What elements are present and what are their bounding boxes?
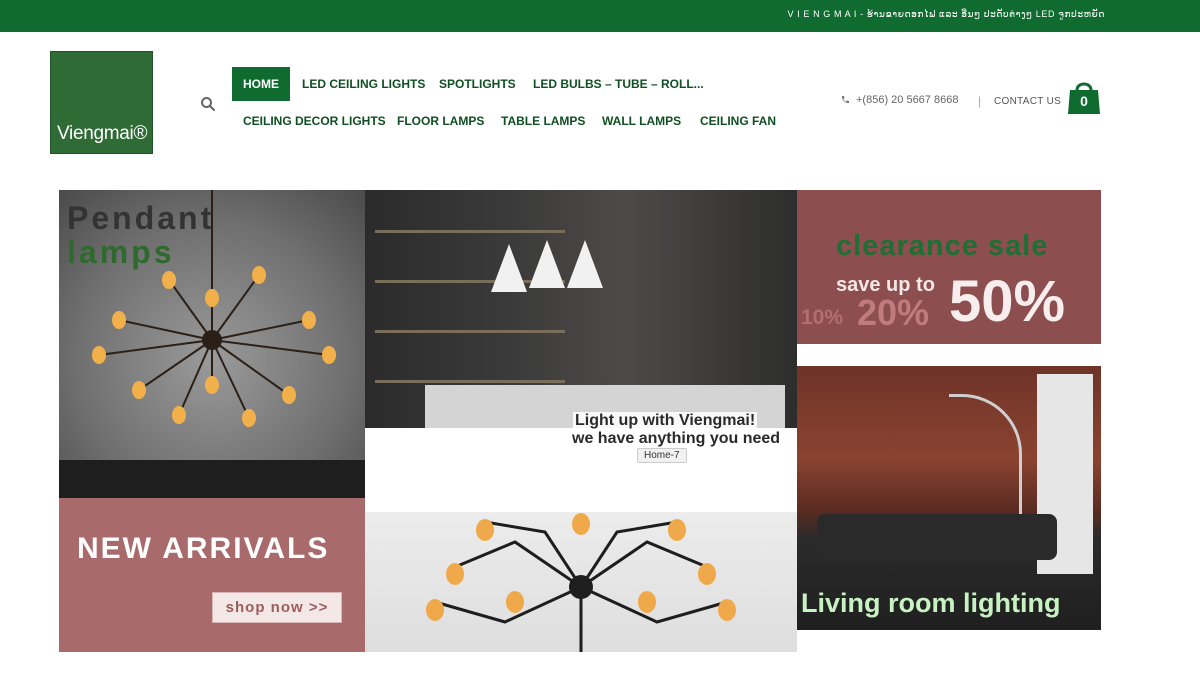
- clearance-10-percent: 10%: [801, 306, 844, 329]
- clearance-50-percent: 50%: [949, 269, 1066, 334]
- interior-caption-2: we have anything you need: [572, 430, 781, 447]
- logo-text: Viengmai®: [57, 123, 148, 144]
- contact-us-link[interactable]: CONTACT US: [994, 96, 1061, 107]
- nav-item-ceiling-decor-lights[interactable]: CEILING DECOR LIGHTS: [232, 104, 397, 138]
- logo[interactable]: Viengmai®: [50, 51, 153, 154]
- clearance-sale-banner[interactable]: clearance sale save up to 10% 20% 50%: [797, 190, 1101, 344]
- nav-item-table-lamps[interactable]: TABLE LAMPS: [490, 104, 596, 138]
- phone-number: +(856) 20 5667 8668: [856, 94, 959, 106]
- shelf: [375, 380, 565, 383]
- nav-item-wall-lamps[interactable]: WALL LAMPS: [591, 104, 692, 138]
- nav-item-led-bulbs[interactable]: LED BULBS – TUBE – ROLL...: [522, 67, 715, 101]
- image-tooltip: Home-7: [637, 448, 687, 463]
- top-bar: V I E N G M A I - ຮ້ານຂາຍດອກໄຟ ແລະ ອື່ນໆ…: [0, 0, 1200, 32]
- phone-icon: [841, 96, 849, 104]
- search-icon[interactable]: [200, 96, 216, 112]
- spider-chandelier-illustration: [426, 513, 736, 652]
- nav-item-spotlights[interactable]: SPOTLIGHTS: [428, 67, 527, 101]
- new-arrivals-banner[interactable]: NEW ARRIVALS shop now >>: [59, 498, 365, 652]
- pendant-lamps-banner[interactable]: Pendant lamps: [59, 190, 365, 498]
- chandelier-banner[interactable]: [365, 512, 797, 652]
- shelf: [375, 230, 565, 233]
- shelf: [375, 330, 565, 333]
- interior-caption-area: Light up with Viengmai! we have anything…: [365, 412, 797, 512]
- new-arrivals-title: NEW ARRIVALS: [77, 532, 330, 565]
- nav-item-led-ceiling-lights[interactable]: LED CEILING LIGHTS: [291, 67, 436, 101]
- interior-banner[interactable]: [365, 190, 797, 428]
- shop-now-button[interactable]: shop now >>: [212, 592, 342, 623]
- cart-button[interactable]: 0: [1066, 78, 1102, 116]
- cart-count: 0: [1080, 93, 1088, 109]
- pendant-light: [491, 244, 527, 292]
- sofa: [817, 514, 1057, 560]
- interior-caption-1: Light up with Viengmai!: [573, 412, 758, 430]
- header-divider: |: [978, 94, 982, 108]
- nav-item-home[interactable]: HOME: [232, 67, 290, 101]
- living-room-banner[interactable]: Living room lighting: [797, 366, 1101, 630]
- pendant-title-line2: lamps: [67, 234, 175, 270]
- clearance-20-percent: 20%: [857, 292, 930, 333]
- nav-item-floor-lamps[interactable]: FLOOR LAMPS: [386, 104, 495, 138]
- phone-contact[interactable]: +(856) 20 5667 8668: [840, 94, 958, 106]
- pendant-light: [529, 240, 565, 288]
- pendant-title-line1: Pendant: [67, 200, 215, 236]
- pendant-light: [567, 240, 603, 288]
- nav-item-ceiling-fan[interactable]: CEILING FAN: [689, 104, 787, 138]
- top-bar-text: V I E N G M A I - ຮ້ານຂາຍດອກໄຟ ແລະ ອື່ນໆ…: [787, 9, 1105, 19]
- living-room-text: Living room lighting: [801, 588, 1061, 618]
- clearance-title: clearance sale: [836, 230, 1049, 262]
- pendant-table: [59, 460, 365, 498]
